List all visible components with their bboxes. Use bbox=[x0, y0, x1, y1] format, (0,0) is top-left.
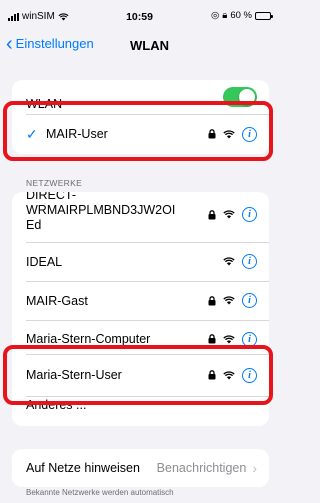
info-icon[interactable]: i bbox=[242, 367, 257, 383]
network-name: IDEAL bbox=[26, 254, 63, 269]
chevron-left-icon: ‹ bbox=[6, 32, 13, 55]
battery-icon bbox=[255, 11, 273, 20]
back-label: Einstellungen bbox=[15, 36, 94, 51]
back-button[interactable]: ‹ Einstellungen bbox=[6, 32, 94, 55]
wlan-label: WLAN bbox=[26, 97, 63, 111]
location-icon: ◎ bbox=[210, 10, 220, 21]
wifi-signal-icon bbox=[223, 334, 235, 343]
wifi-signal-icon bbox=[223, 370, 235, 379]
network-row[interactable]: Maria-Stern-User i bbox=[12, 354, 269, 396]
ask-to-join-label: Auf Netze hinweisen bbox=[26, 461, 140, 475]
network-name: DIRECT- WRMAIRPLMBND3JW2OI Ed bbox=[26, 192, 208, 233]
wlan-toggle[interactable] bbox=[223, 87, 257, 107]
network-name-line: Ed bbox=[26, 218, 42, 232]
lock-icon bbox=[208, 295, 216, 305]
lock-icon bbox=[208, 129, 216, 139]
network-name-line: WRMAIRPLMBND3JW2OI bbox=[26, 203, 176, 217]
ask-to-join-footnote: Bekannte Netzwerke werden automatisch bbox=[26, 488, 174, 497]
checkmark-icon: ✓ bbox=[26, 125, 38, 142]
status-bar: winSIM 10:59 ◎ 🔒︎ 60 % bbox=[0, 0, 279, 30]
info-icon[interactable]: i bbox=[242, 254, 257, 269]
connected-network-row[interactable]: ✓ MAIR-User i bbox=[12, 114, 269, 154]
wlan-group: WLAN ✓ MAIR-User i bbox=[12, 80, 269, 154]
wlan-toggle-row: WLAN bbox=[12, 80, 269, 114]
wifi-signal-icon bbox=[223, 129, 235, 138]
status-right: ◎ 🔒︎ 60 % bbox=[210, 10, 273, 21]
networks-section-header: NETZWERKE bbox=[26, 178, 83, 188]
info-icon[interactable]: i bbox=[242, 331, 257, 347]
other-network-row[interactable]: Anderes ... bbox=[12, 396, 269, 426]
page-title: WLAN bbox=[130, 38, 169, 53]
network-row[interactable]: DIRECT- WRMAIRPLMBND3JW2OI Ed i bbox=[12, 192, 269, 242]
network-row[interactable]: IDEAL i bbox=[12, 242, 269, 281]
wifi-signal-icon bbox=[223, 257, 235, 266]
battery-percent: 60 % bbox=[230, 10, 252, 21]
info-icon[interactable]: i bbox=[242, 207, 257, 222]
ask-to-join-group: Auf Netze hinweisen Benachrichtigen › bbox=[12, 449, 269, 487]
network-row[interactable]: Maria-Stern-Computer i bbox=[12, 320, 269, 354]
nav-bar: ‹ Einstellungen WLAN bbox=[0, 30, 279, 66]
info-icon[interactable]: i bbox=[242, 293, 257, 308]
network-name: MAIR-Gast bbox=[26, 293, 88, 308]
other-network-label: Anderes ... bbox=[26, 398, 87, 412]
network-name: Maria-Stern-Computer bbox=[26, 332, 151, 346]
wifi-signal-icon bbox=[223, 296, 235, 305]
network-name: MAIR-User bbox=[46, 127, 108, 141]
chevron-right-icon: › bbox=[252, 460, 257, 476]
lock-rotation-icon: 🔒︎ bbox=[222, 10, 228, 21]
networks-group: DIRECT- WRMAIRPLMBND3JW2OI Ed i IDEAL i … bbox=[12, 192, 269, 426]
lock-icon bbox=[208, 209, 216, 219]
info-icon[interactable]: i bbox=[242, 126, 257, 142]
wifi-signal-icon bbox=[223, 210, 235, 219]
network-row[interactable]: MAIR-Gast i bbox=[12, 281, 269, 320]
ask-to-join-value: Benachrichtigen bbox=[156, 461, 247, 475]
lock-icon bbox=[208, 334, 216, 344]
network-name: Maria-Stern-User bbox=[26, 368, 122, 382]
lock-icon bbox=[208, 370, 216, 380]
ask-to-join-row[interactable]: Auf Netze hinweisen Benachrichtigen › bbox=[12, 449, 269, 487]
network-name-line: DIRECT- bbox=[26, 192, 76, 202]
